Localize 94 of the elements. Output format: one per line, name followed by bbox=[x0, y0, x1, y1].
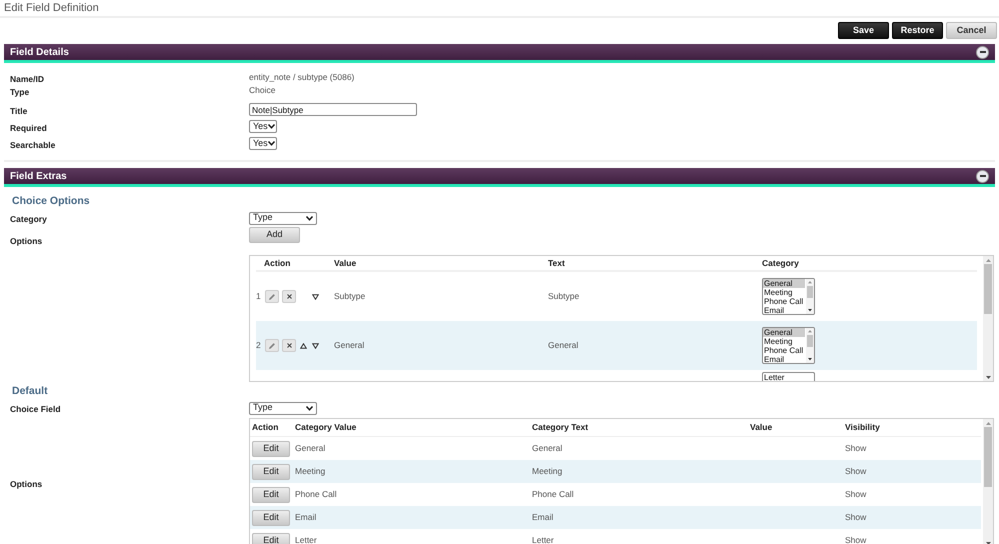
table-cell-text: Subtype bbox=[334, 290, 366, 303]
column-header: Category bbox=[762, 256, 799, 270]
scroll-down-arrow-icon[interactable] bbox=[986, 376, 990, 378]
scrollbar[interactable] bbox=[983, 419, 993, 544]
action-button[interactable]: Save bbox=[838, 22, 889, 39]
table-cell: Show bbox=[845, 465, 866, 478]
column-header: Visibility bbox=[845, 421, 880, 434]
table-cell-text: Email bbox=[532, 511, 554, 524]
edit-button[interactable]: Edit bbox=[252, 532, 290, 544]
table-cell-text: General bbox=[548, 339, 580, 352]
column-header: Text bbox=[548, 256, 566, 270]
field-label: Required bbox=[10, 122, 47, 132]
scrollbar[interactable] bbox=[983, 256, 993, 381]
edit-button[interactable]: Edit bbox=[252, 486, 290, 502]
edit-button[interactable]: Edit bbox=[252, 440, 290, 456]
table-cell-text: Letter bbox=[295, 534, 318, 544]
column-header: Value bbox=[334, 256, 358, 270]
table-cell: Show bbox=[845, 511, 866, 524]
move-down-icon[interactable] bbox=[312, 342, 319, 348]
collapse-icon[interactable] bbox=[976, 46, 989, 58]
collapse-icon[interactable] bbox=[976, 170, 989, 182]
table-cell-text: Email bbox=[295, 511, 318, 524]
column-header: Category Value bbox=[295, 421, 358, 434]
table-cell-text: Phone Call bbox=[532, 488, 575, 501]
field-label: Choice Field bbox=[10, 404, 61, 414]
table-cell-text: General bbox=[295, 442, 326, 455]
row-number: 1 bbox=[256, 290, 262, 303]
pencil-icon bbox=[268, 342, 276, 350]
table-cell: Show bbox=[845, 488, 866, 501]
listbox-option[interactable]: Phone Call bbox=[763, 297, 805, 306]
listbox-option[interactable]: Letter bbox=[764, 373, 813, 381]
close-icon bbox=[286, 343, 292, 348]
dropdown[interactable]: Yes bbox=[249, 120, 277, 133]
table-cell-text: Letter bbox=[532, 534, 555, 544]
dropdown[interactable]: Type bbox=[249, 402, 317, 414]
table-cell-text: Subtype bbox=[548, 290, 580, 303]
move-down-icon[interactable] bbox=[312, 294, 319, 300]
field-value: entity_note / subtype (5086) bbox=[249, 71, 354, 84]
column-header: Action bbox=[263, 256, 292, 270]
field-label: Title bbox=[10, 106, 28, 116]
table-cell-text: General bbox=[532, 442, 564, 455]
category-listbox[interactable]: General Meeting Phone Call Email bbox=[762, 327, 815, 364]
table-cell: Show bbox=[845, 442, 866, 455]
section-heading: Default bbox=[11, 385, 49, 397]
field-label: Options bbox=[10, 236, 42, 246]
chevron-down-icon bbox=[306, 406, 313, 410]
edit-button[interactable]: Edit bbox=[252, 510, 290, 526]
table-cell-text: Meeting bbox=[532, 465, 564, 478]
dropdown[interactable]: Yes bbox=[249, 137, 277, 150]
listbox-option[interactable]: Meeting bbox=[763, 288, 805, 297]
section-title: Field Details bbox=[10, 46, 69, 60]
table-cell-text: General bbox=[334, 339, 366, 352]
scroll-up-arrow-icon[interactable] bbox=[808, 330, 812, 333]
close-icon bbox=[286, 294, 292, 299]
table-cell-text: Meeting bbox=[295, 465, 326, 478]
listbox-option[interactable]: Meeting bbox=[763, 337, 805, 346]
listbox-option[interactable]: General bbox=[763, 279, 805, 288]
column-header: Category Text bbox=[532, 421, 590, 434]
pencil-icon bbox=[268, 292, 276, 300]
dropdown[interactable]: Type bbox=[249, 212, 317, 224]
category-listbox[interactable]: General Meeting Phone Call Email bbox=[762, 278, 815, 315]
title-input[interactable]: Note|Subtype bbox=[249, 103, 417, 116]
field-label: Options bbox=[10, 479, 42, 489]
scroll-down-arrow-icon[interactable] bbox=[808, 358, 812, 361]
field-label: Category bbox=[10, 214, 47, 224]
edit-button[interactable]: Edit bbox=[252, 464, 290, 480]
move-up-icon[interactable] bbox=[300, 342, 307, 348]
chevron-down-icon bbox=[268, 124, 275, 129]
scroll-down-arrow-icon[interactable] bbox=[986, 542, 990, 544]
delete-button[interactable] bbox=[282, 290, 296, 303]
column-header: Value bbox=[750, 421, 774, 434]
add-button[interactable]: Add bbox=[249, 227, 300, 243]
field-label: Type bbox=[10, 86, 30, 96]
listbox-option[interactable]: Email bbox=[763, 355, 805, 363]
section-heading: Choice Options bbox=[11, 195, 91, 207]
scroll-up-arrow-icon[interactable] bbox=[808, 281, 812, 284]
field-label: Searchable bbox=[10, 140, 56, 150]
chevron-down-icon bbox=[306, 216, 313, 220]
scroll-down-arrow-icon[interactable] bbox=[808, 309, 812, 312]
listbox-option[interactable]: General bbox=[763, 328, 805, 337]
cancel-button[interactable]: Cancel bbox=[946, 22, 997, 39]
chevron-down-icon bbox=[268, 141, 275, 146]
listbox-option[interactable]: Email bbox=[763, 306, 805, 314]
table-cell: Show bbox=[845, 534, 866, 544]
delete-button[interactable] bbox=[282, 339, 296, 352]
listbox-option[interactable]: Phone Call bbox=[763, 346, 805, 355]
row-number: 2 bbox=[256, 339, 262, 352]
section-title: Field Extras bbox=[10, 170, 67, 184]
column-header: Action bbox=[251, 421, 280, 434]
field-value: Choice bbox=[249, 84, 276, 97]
field-label: Name/ID bbox=[10, 74, 44, 84]
table-cell-text: Phone Call bbox=[295, 488, 338, 501]
page-title: Edit Field Definition bbox=[4, 0, 99, 16]
action-button[interactable]: Restore bbox=[892, 22, 943, 39]
